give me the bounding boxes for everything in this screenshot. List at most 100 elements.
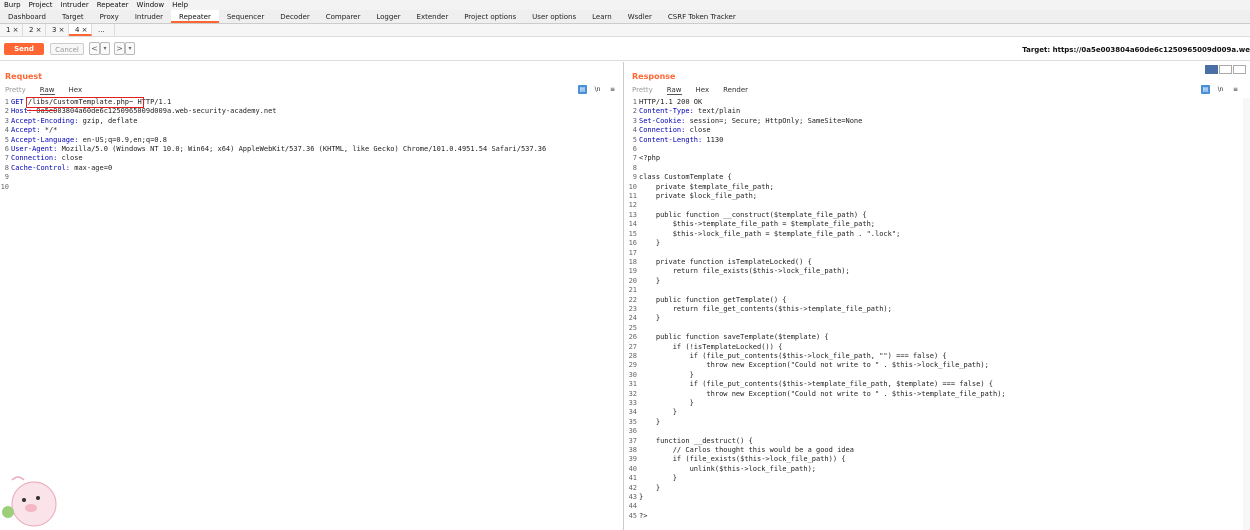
tab-sequencer[interactable]: Sequencer [219,10,272,23]
repeater-tab-3[interactable]: 3 × [46,24,69,36]
forward-history-dropdown[interactable]: ▾ [125,42,135,55]
tab-learn[interactable]: Learn [584,10,620,23]
code-line: 7 Connection: close [0,154,623,163]
menu-burp[interactable]: Burp [0,1,25,9]
line-text: $this->template_file_path = $template_fi… [639,220,875,229]
tab-repeater[interactable]: Repeater [171,10,219,23]
tab-pretty[interactable]: Pretty [632,86,653,95]
tab-target[interactable]: Target [54,10,92,23]
line-number: 31 [628,380,637,389]
header-key: Accept-Language: [11,135,79,144]
code-line: 25 [628,324,1242,333]
line-number: 39 [628,455,637,464]
tab-comparer[interactable]: Comparer [318,10,369,23]
tab-csrf-token-tracker[interactable]: CSRF Token Tracker [660,10,744,23]
line-text: if (!isTemplateLocked()) { [639,343,783,352]
tab-dashboard[interactable]: Dashboard [0,10,54,23]
back-history-dropdown[interactable]: ▾ [100,42,110,55]
tab-project-options[interactable]: Project options [456,10,524,23]
menu-help[interactable]: Help [168,1,192,9]
response-editor[interactable]: 1 HTTP/1.1 200 OK 2 Content-Type: text/plai… [628,98,1242,530]
tab-raw[interactable]: Raw [39,86,55,95]
response-scrollbar[interactable] [1243,98,1250,530]
tab-extender[interactable]: Extender [409,10,457,23]
line-text: ?> [639,512,647,521]
header-value: return file_get_contents($this->template… [639,304,892,313]
tab-logger[interactable]: Logger [368,10,408,23]
forward-button[interactable]: > [114,42,125,55]
tab-user-options[interactable]: User options [524,10,584,23]
layout-tabs-icon[interactable] [1233,65,1246,74]
header-value: close [57,154,83,163]
header-value: if (file_put_contents($this->lock_file_p… [639,351,947,360]
inspector-icon[interactable]: ▤ [1201,85,1210,94]
header-key: Accept-Encoding: [11,116,79,125]
main-tabs: Dashboard Target Proxy Intruder Repeater Sequ… [0,10,1250,24]
code-line: 4 Accept: */* [0,126,623,135]
line-text: Cache-Control: max-age=0 [11,164,112,173]
header-value: if (file_exists($this->lock_file_path)) … [639,455,846,464]
inspector-icon[interactable]: ▤ [578,85,587,94]
menu-window[interactable]: Window [133,1,169,9]
line-number: 33 [628,399,637,407]
line-text: Connection: close [639,126,711,135]
send-button[interactable]: Send [4,43,44,55]
tab-raw[interactable]: Raw [666,86,682,95]
tab-intruder[interactable]: Intruder [127,10,171,23]
header-value: } [639,483,661,492]
repeater-tab-5[interactable]: ... [92,24,115,36]
repeater-tab-1[interactable]: 1 × [0,24,23,36]
code-line: 29 throw new Exception("Could not write … [628,361,1242,370]
line-number: 9 [632,173,637,182]
header-value: private $lock_file_path; [639,192,758,201]
header-key: Accept: [11,126,41,135]
tab-hex[interactable]: Hex [696,86,710,95]
tab-pretty[interactable]: Pretty [5,86,26,95]
layout-stacked-icon[interactable] [1219,65,1232,74]
line-text: } [639,371,694,380]
back-button[interactable]: < [89,42,100,55]
line-number: 3 [632,116,637,125]
code-line: 14 $this->template_file_path = $template… [628,220,1242,229]
code-line: 30 } [628,371,1242,380]
line-text: Set-Cookie: session=; Secure; HttpOnly; … [639,117,862,126]
line-text: private $lock_file_path; [639,192,757,201]
tab-render[interactable]: Render [723,86,748,95]
menu-repeater[interactable]: Repeater [93,1,133,9]
cancel-button[interactable]: Cancel [50,43,84,55]
target-url[interactable]: Target: https://0a5e003804a60de6c1250965… [1022,46,1250,54]
tab-decoder[interactable]: Decoder [272,10,317,23]
menu-project[interactable]: Project [25,1,57,9]
line-text: throw new Exception("Could not write to … [639,390,1005,399]
line-text: Accept: */* [11,126,57,135]
code-line: 39 if (file_exists($this->lock_file_path… [628,455,1242,464]
repeater-tab-2[interactable]: 2 × [23,24,46,36]
menu-icon[interactable]: ≡ [608,85,617,94]
code-line: 10 [0,183,623,192]
line-number: 22 [628,295,637,304]
line-text: Host: 0a5e003804a60de6c1250965009d009a.w… [11,107,277,116]
tab-wsdler[interactable]: Wsdler [620,10,660,23]
repeater-tab-4[interactable]: 4 × [69,24,92,36]
line-number: 6 [632,145,637,154]
line-text: public function getTemplate() { [639,296,787,305]
tab-hex[interactable]: Hex [69,86,83,95]
header-value: } [639,239,661,248]
code-line: 17 [628,249,1242,258]
line-text: public function saveTemplate($template) … [639,333,829,342]
code-line: 1 HTTP/1.1 200 OK [628,98,1242,107]
newline-toggle-icon[interactable]: \n [1216,85,1225,94]
header-value: public function getTemplate() { [639,295,787,304]
request-editor[interactable]: 1 GET /libs/CustomTemplate.php~ HTTP/1.1 2… [0,97,623,530]
line-text: if (file_put_contents($this->lock_file_p… [639,352,947,361]
tab-proxy[interactable]: Proxy [92,10,127,23]
menu-intruder[interactable]: Intruder [57,1,93,9]
layout-side-by-side-icon[interactable] [1205,65,1218,74]
line-number: 43 [628,493,637,502]
line-number: 45 [628,511,637,520]
header-value: $this->lock_file_path = $template_file_p… [639,229,901,238]
header-key: Content-Length: [639,135,703,144]
newline-toggle-icon[interactable]: \n [593,85,602,94]
line-text: } [639,408,677,417]
menu-icon[interactable]: ≡ [1231,85,1240,94]
